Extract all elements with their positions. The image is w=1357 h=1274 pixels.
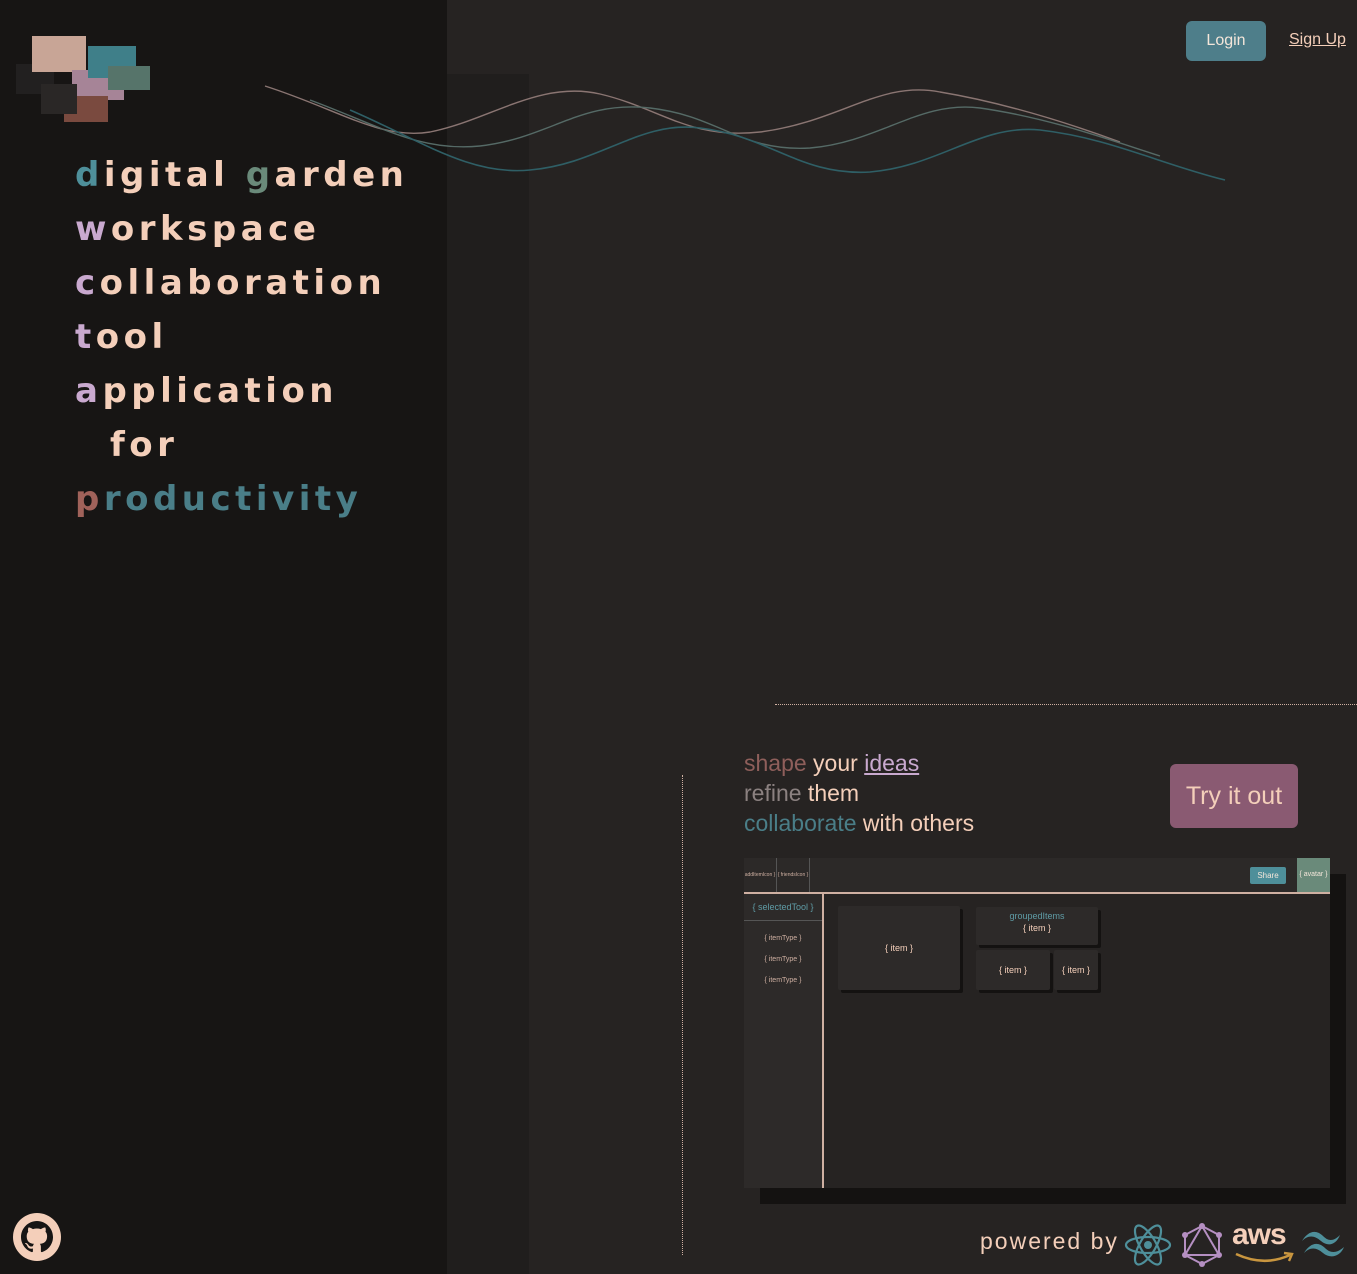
aws-text: aws [1232, 1218, 1287, 1251]
powered-by-label: powered by [980, 1228, 1119, 1254]
hero-initial: p [75, 479, 104, 519]
github-icon[interactable] [12, 1212, 62, 1262]
hero-initial: w [75, 209, 111, 249]
hero-text: orkspace [110, 209, 321, 249]
tagline-verb: shape [744, 750, 807, 776]
hero-initial: d [75, 155, 104, 195]
hero-line-collaboration: collaboration [75, 256, 408, 310]
mockup-add-item-icon: addItemIcon } [744, 858, 777, 892]
hero-text: for [110, 425, 179, 465]
hero-text: ool [95, 317, 168, 357]
hero-line-for: for [75, 418, 408, 472]
hero-initial: c [75, 263, 100, 303]
login-button[interactable]: Login [1186, 21, 1266, 61]
mockup-item-type: { itemType } [764, 977, 802, 984]
mockup-small-item: { item } [1054, 950, 1098, 990]
mockup-grouped-label: groupedItems [1009, 911, 1065, 921]
mockup-grouped-item: { item } [1022, 923, 1051, 933]
react-icon [1124, 1224, 1172, 1266]
signup-link[interactable]: Sign Up [1289, 31, 1346, 49]
aws-icon: aws [1232, 1219, 1296, 1267]
hero-text: ollaboration [99, 263, 387, 303]
tagline-verb: refine [744, 780, 802, 806]
mockup-item-type: { itemType } [764, 956, 802, 963]
try-it-out-button[interactable]: Try it out [1170, 764, 1298, 828]
hero-title: digital garden workspace collaboration t… [75, 148, 408, 526]
mockup-toolbar: addItemIcon } { friendsIcon } Share { av… [744, 858, 1330, 894]
tagline-verb: collaborate [744, 810, 857, 836]
hero-text: igital [103, 155, 246, 195]
tagline-line-3: collaborate with others [744, 808, 974, 838]
hero-text: roductivity [103, 479, 363, 519]
tailwind-icon [1302, 1231, 1344, 1257]
hero-line-productivity: productivity [75, 472, 408, 526]
wave-decoration [264, 85, 1226, 181]
tagline: shape your ideas refine them collaborate… [744, 748, 974, 838]
hero-text: pplication [102, 371, 339, 411]
aws-smile [1235, 1251, 1294, 1263]
graphql-icon [1182, 1223, 1222, 1267]
mockup-friends-icon: { friendsIcon } [777, 858, 810, 892]
mockup-grouped-card: groupedItems { item } [976, 907, 1098, 945]
divider-horizontal [775, 704, 1357, 705]
ideas-link[interactable]: ideas [864, 750, 919, 776]
mockup-item-card: { item } [838, 906, 960, 990]
app-logo [16, 34, 152, 124]
hero-line-tool: tool [75, 310, 408, 364]
mockup-sidebar: { selectedTool } { itemType } { itemType… [744, 894, 824, 1188]
hero-line-application: application [75, 364, 408, 418]
tagline-line-1: shape your ideas [744, 748, 974, 778]
tagline-line-2: refine them [744, 778, 974, 808]
hero-line-workspace: workspace [75, 202, 408, 256]
tagline-text: with others [856, 810, 975, 836]
mockup-selected-tool: { selectedTool } [744, 902, 822, 921]
divider-vertical [682, 775, 683, 1255]
tagline-text: them [801, 780, 860, 806]
mockup-avatar: { avatar } [1297, 858, 1330, 892]
app-mockup: addItemIcon } { friendsIcon } Share { av… [744, 858, 1330, 1188]
mockup-item-type: { itemType } [764, 935, 802, 942]
mockup-share-button: Share [1250, 867, 1286, 884]
divider-strip [447, 74, 529, 1274]
hero-initial: a [75, 371, 103, 411]
hero-initial: t [75, 317, 96, 357]
mockup-small-item: { item } [976, 950, 1050, 990]
tagline-text: your [806, 750, 865, 776]
